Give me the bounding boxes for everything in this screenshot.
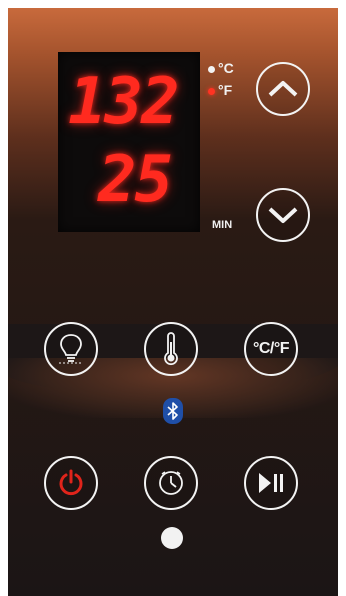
increase-button[interactable] [256, 62, 310, 116]
play-pause-button[interactable] [244, 456, 298, 510]
temperature-button[interactable] [144, 322, 198, 376]
light-bulb-icon [59, 334, 83, 364]
fahrenheit-indicator-dot [208, 88, 215, 95]
celsius-indicator-dot [208, 66, 215, 73]
bluetooth-indicator [163, 398, 183, 424]
timer-button[interactable] [144, 456, 198, 510]
unit-toggle-label: °C/°F [252, 340, 290, 357]
clock-icon [159, 471, 183, 495]
time-readout: 25 [98, 143, 173, 217]
decrease-button[interactable] [256, 188, 310, 242]
unit-toggle-button[interactable]: °C/°F [244, 322, 298, 376]
celsius-label: °C [218, 60, 234, 76]
bluetooth-icon [167, 402, 178, 420]
led-display: 132 25 [58, 52, 200, 232]
power-button[interactable] [44, 456, 98, 510]
time-unit-label: MIN [212, 219, 233, 231]
fahrenheit-label: °F [218, 82, 233, 98]
page-indicator-dot [161, 527, 183, 549]
chevron-down-icon [268, 207, 298, 223]
thermometer-icon [164, 332, 178, 366]
light-button[interactable] [44, 322, 98, 376]
chevron-up-icon [268, 81, 298, 97]
temperature-readout: 132 [68, 65, 180, 139]
play-pause-icon [259, 473, 283, 493]
power-icon [59, 469, 83, 496]
